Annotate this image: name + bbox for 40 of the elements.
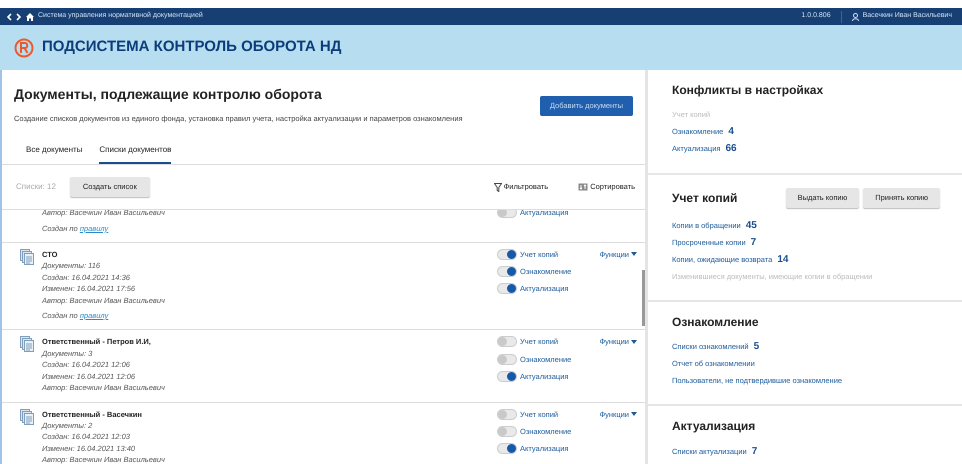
header-title: ПОДСИСТЕМА КОНТРОЛЬ ОБОРОТА НД (42, 37, 342, 58)
tab[interactable]: Списки документов (99, 138, 172, 164)
toggle-switch[interactable] (497, 354, 517, 365)
back-icon[interactable] (6, 12, 12, 20)
list-count: Списки: 12 (16, 181, 56, 194)
link-count: 66 (725, 143, 737, 156)
link-count: 4 (728, 126, 734, 138)
section-title: Ознакомление (672, 315, 759, 330)
link-count: 7 (750, 237, 756, 249)
toggle-switch[interactable] (497, 210, 517, 218)
toggle-switch[interactable] (497, 443, 517, 454)
link-count: 14 (777, 254, 788, 266)
toggle-switch[interactable] (497, 266, 517, 278)
page-title: Документы, подлежащие контролю оборота (14, 86, 323, 103)
toggle-switch[interactable] (497, 283, 517, 294)
section-title: Конфликты в настройках (672, 83, 824, 98)
section-title: Актуализация (672, 419, 756, 434)
toggle-switch[interactable] (497, 336, 517, 348)
user-icon (852, 12, 859, 20)
filter-icon (494, 182, 502, 192)
link-count: 7 (752, 446, 758, 458)
caret-icon (631, 412, 637, 416)
tab[interactable]: Все документы (26, 138, 82, 164)
sort-icon (578, 183, 588, 192)
caret-icon (631, 340, 637, 344)
logo-icon (14, 38, 34, 58)
forward-icon[interactable] (16, 12, 22, 20)
toggle-switch[interactable] (497, 248, 517, 260)
document-stack-icon (20, 408, 34, 425)
link-count: 5 (754, 341, 760, 354)
document-stack-icon (20, 248, 34, 265)
document-stack-icon (20, 336, 34, 352)
home-icon[interactable] (26, 12, 34, 20)
toggle-switch[interactable] (497, 370, 517, 382)
section-title: Учет копий (672, 190, 738, 206)
scrollbar-thumb[interactable] (642, 270, 645, 326)
link-count: 45 (746, 220, 757, 232)
toggle-switch[interactable] (497, 426, 517, 437)
toggle-switch[interactable] (497, 408, 517, 420)
caret-icon (631, 252, 637, 256)
